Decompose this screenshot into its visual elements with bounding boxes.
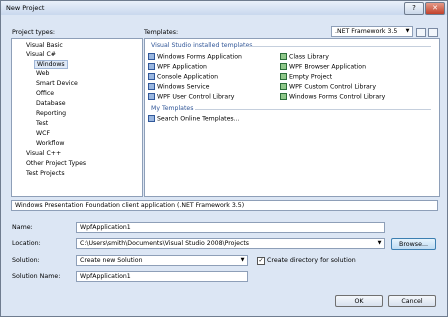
- window-title: New Project: [6, 4, 45, 12]
- chevron-down-icon: ▼: [405, 28, 410, 34]
- new-project-dialog: New Project ? ✕ Project types: Templates…: [0, 0, 448, 317]
- template-empty-project[interactable]: Empty Project: [280, 73, 332, 81]
- tree-item-smart-device[interactable]: Smart Device: [36, 80, 78, 87]
- title-bar: New Project ? ✕: [1, 1, 447, 15]
- template-wpf-custom-control-library[interactable]: WPF Custom Control Library: [280, 83, 376, 91]
- tree-item-test-projects[interactable]: Test Projects: [26, 170, 65, 177]
- search-online-templates[interactable]: Search Online Templates...: [148, 115, 240, 123]
- my-templates-header: My Templates: [151, 105, 194, 112]
- solution-name-input[interactable]: WpfApplication1: [76, 271, 248, 282]
- template-console-application[interactable]: Console Application: [148, 73, 218, 81]
- template-icon: [148, 93, 155, 100]
- template-icon: [280, 93, 287, 100]
- tree-item-office[interactable]: Office: [36, 90, 54, 97]
- solution-select[interactable]: Create new Solution ▼: [76, 255, 248, 266]
- tree-item-windows[interactable]: Windows: [34, 60, 68, 69]
- templates-label: Templates:: [144, 29, 179, 36]
- templates-panel: Visual Studio installed templates Window…: [144, 38, 440, 197]
- template-windows-forms-application[interactable]: Windows Forms Application: [148, 53, 242, 61]
- framework-value: .NET Framework 3.5: [335, 28, 398, 35]
- template-windows-forms-control-library[interactable]: Windows Forms Control Library: [280, 93, 385, 101]
- tree-item-workflow[interactable]: Workflow: [36, 140, 64, 147]
- template-class-library[interactable]: Class Library: [280, 53, 329, 61]
- help-button[interactable]: ?: [404, 2, 424, 15]
- solution-value: Create new Solution: [80, 257, 143, 264]
- tree-item-visual-csharp[interactable]: Visual C#: [26, 51, 56, 58]
- large-icons-view-button[interactable]: [416, 28, 426, 37]
- template-icon: [148, 53, 155, 60]
- tree-item-reporting[interactable]: Reporting: [36, 110, 66, 117]
- location-value: C:\Users\smith\Documents\Visual Studio 2…: [80, 240, 250, 247]
- name-label: Name:: [12, 224, 33, 231]
- template-icon: [148, 83, 155, 90]
- name-input[interactable]: WpfApplication1: [76, 222, 385, 233]
- ok-button[interactable]: OK: [335, 295, 383, 307]
- section-divider: [195, 109, 431, 110]
- tree-item-web[interactable]: Web: [36, 70, 50, 77]
- create-directory-label: Create directory for solution: [267, 257, 356, 264]
- project-types-label: Project types:: [12, 29, 56, 36]
- small-icons-view-button[interactable]: [428, 28, 438, 37]
- template-icon: [148, 73, 155, 80]
- template-icon: [280, 73, 287, 80]
- section-divider: [241, 46, 431, 47]
- template-wpf-application[interactable]: WPF Application: [148, 63, 207, 71]
- location-input[interactable]: C:\Users\smith\Documents\Visual Studio 2…: [76, 238, 385, 249]
- template-icon: [280, 63, 287, 70]
- framework-select[interactable]: .NET Framework 3.5 ▼: [331, 26, 413, 37]
- template-windows-service[interactable]: Windows Service: [148, 83, 209, 91]
- create-directory-checkbox[interactable]: ✓: [257, 257, 265, 265]
- tree-item-visual-basic[interactable]: Visual Basic: [26, 42, 63, 49]
- template-wpf-browser-application[interactable]: WPF Browser Application: [280, 63, 366, 71]
- template-description: Windows Presentation Foundation client a…: [11, 200, 438, 211]
- template-wpf-user-control-library[interactable]: WPF User Control Library: [148, 93, 234, 101]
- browse-button[interactable]: Browse...: [391, 238, 436, 250]
- solution-name-label: Solution Name:: [12, 273, 61, 280]
- chevron-down-icon[interactable]: ▼: [375, 239, 384, 248]
- location-label: Location:: [12, 240, 41, 247]
- tree-item-wcf[interactable]: WCF: [36, 130, 50, 137]
- template-icon: [280, 53, 287, 60]
- search-icon: [148, 115, 155, 122]
- project-types-tree[interactable]: Visual Basic Visual C# Windows Web Smart…: [11, 38, 143, 197]
- cancel-button[interactable]: Cancel: [388, 295, 436, 307]
- chevron-down-icon: ▼: [240, 257, 245, 263]
- close-button[interactable]: ✕: [425, 2, 445, 15]
- template-icon: [148, 63, 155, 70]
- installed-templates-header: Visual Studio installed templates: [151, 42, 253, 49]
- template-icon: [280, 83, 287, 90]
- tree-item-test[interactable]: Test: [36, 120, 48, 127]
- solution-label: Solution:: [12, 257, 40, 264]
- tree-item-database[interactable]: Database: [36, 100, 66, 107]
- tree-item-other-project-types[interactable]: Other Project Types: [26, 160, 86, 167]
- tree-item-visual-cpp[interactable]: Visual C++: [26, 150, 61, 157]
